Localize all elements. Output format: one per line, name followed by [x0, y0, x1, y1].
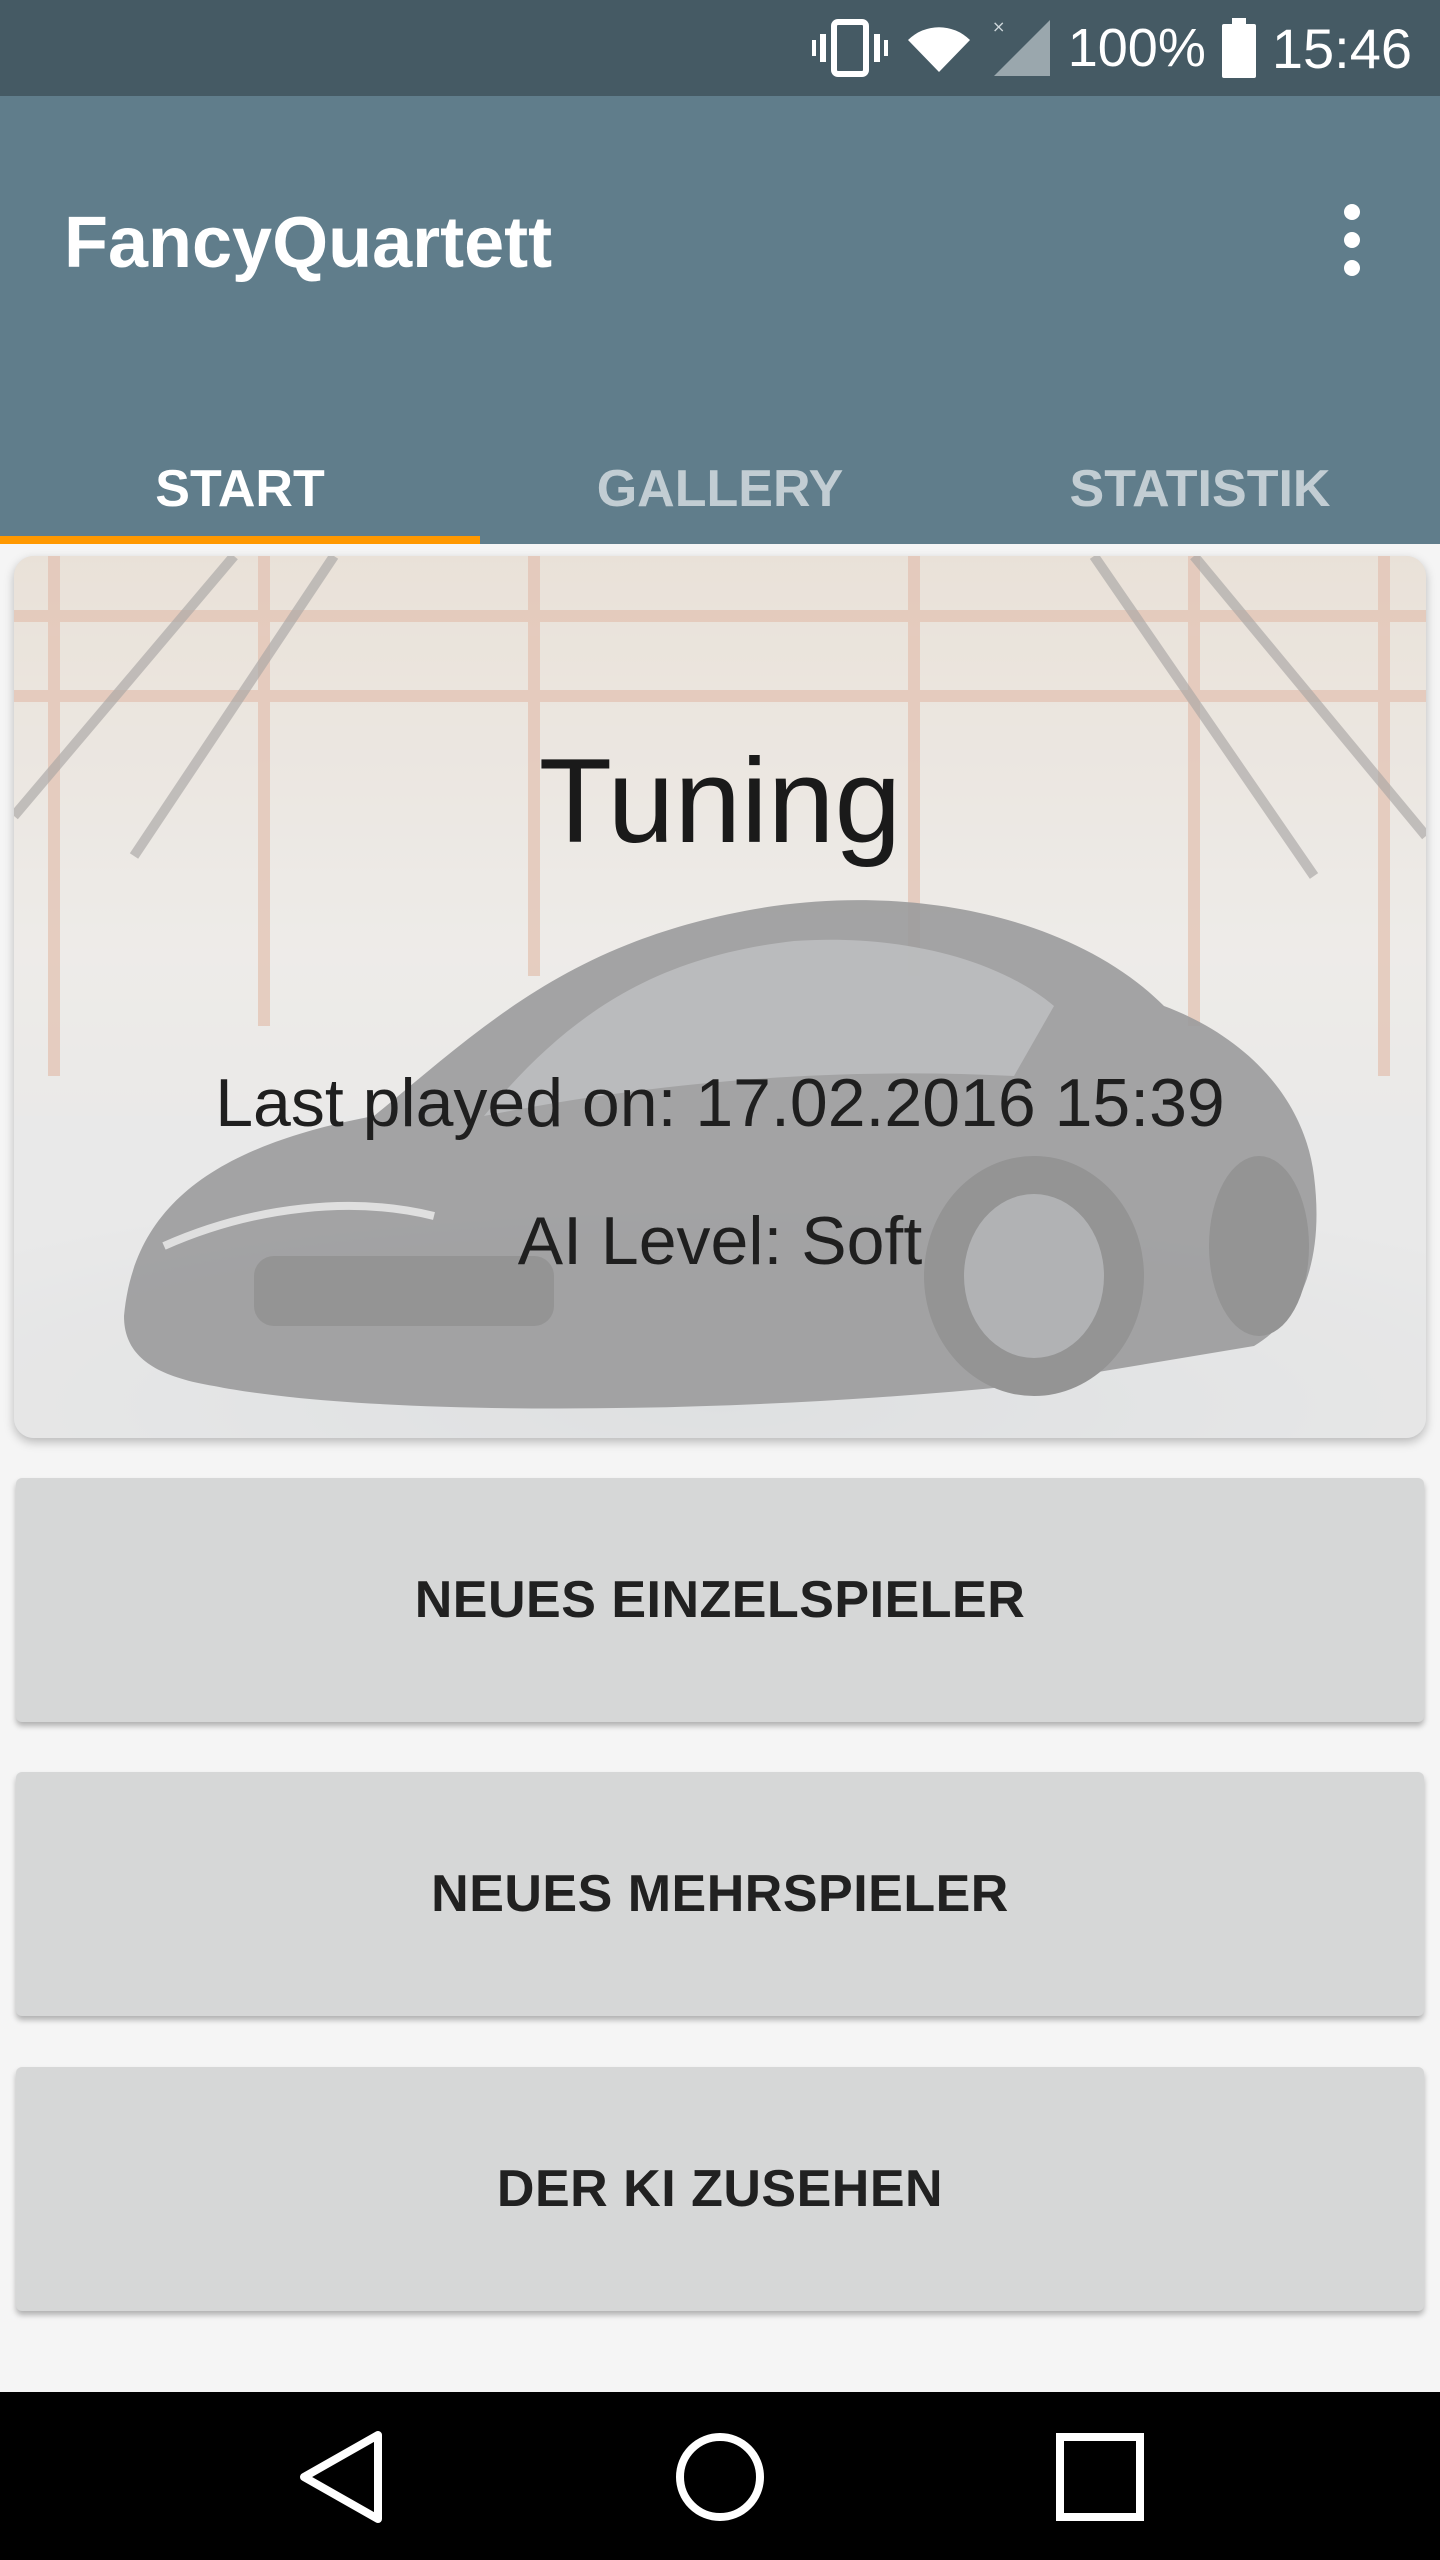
tab-start[interactable]: START — [0, 434, 480, 544]
vibrate-icon — [811, 18, 888, 78]
svg-text:×: × — [992, 18, 1005, 36]
card-overlay — [14, 556, 1426, 1438]
battery-icon — [1221, 18, 1256, 78]
battery-percent: 100% — [1067, 18, 1206, 78]
app-title: FancyQuartett — [64, 203, 553, 283]
status-bar: × 100% 15:46 — [0, 0, 1440, 96]
recent-apps-icon[interactable] — [1045, 2422, 1155, 2532]
navigation-bar — [0, 2392, 1440, 2560]
tab-statistik[interactable]: STATISTIK — [960, 434, 1440, 544]
tab-gallery[interactable]: GALLERY — [480, 434, 960, 544]
signal-icon: × — [990, 18, 1052, 78]
clock: 15:46 — [1271, 16, 1412, 80]
last-played-text: Last played on: 17.02.2016 15:39 — [215, 1065, 1225, 1141]
ai-level-text: AI Level: Soft — [517, 1203, 923, 1279]
new-multi-player-button[interactable]: NEUES MEHRSPIELER — [16, 1772, 1424, 2016]
tab-bar: START GALLERY STATISTIK — [0, 434, 1440, 544]
back-icon[interactable] — [286, 2422, 396, 2532]
home-icon[interactable] — [665, 2422, 775, 2532]
watch-ai-button[interactable]: DER KI ZUSEHEN — [16, 2067, 1424, 2311]
wifi-icon — [904, 20, 974, 76]
overflow-menu-icon[interactable] — [1320, 200, 1384, 280]
deck-card[interactable]: Tuning Last played on: 17.02.2016 15:39 … — [14, 556, 1426, 1438]
deck-title: Tuning — [538, 734, 902, 868]
app-bar: FancyQuartett START GALLERY STATISTIK — [0, 96, 1440, 544]
new-single-player-button[interactable]: NEUES EINZELSPIELER — [16, 1478, 1424, 1722]
